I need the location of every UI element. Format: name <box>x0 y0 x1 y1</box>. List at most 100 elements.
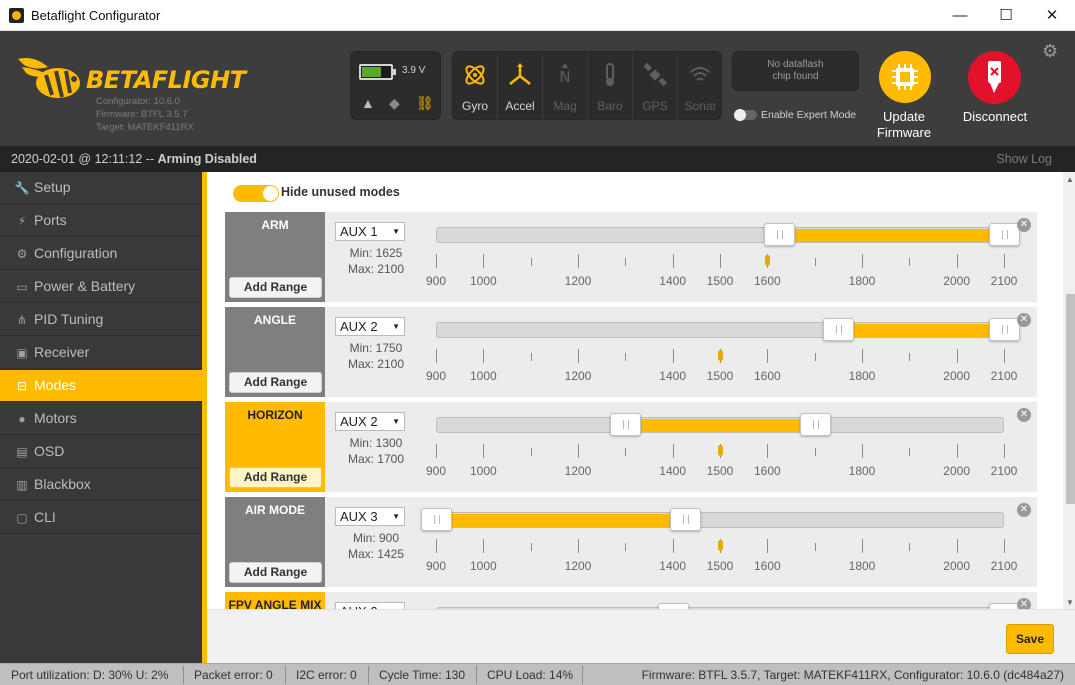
range-max-text: Max: 2100 <box>347 357 405 371</box>
window-title: Betaflight Configurator <box>31 8 161 23</box>
scale-label: 2000 <box>943 559 970 573</box>
link-icon: ⛓ <box>416 95 434 111</box>
satellite-icon <box>643 62 667 87</box>
remove-range-icon[interactable]: ✕ <box>1017 408 1031 422</box>
sidebar-item-receiver[interactable]: ▣ Receiver <box>0 337 202 369</box>
mode-name: FPV ANGLE MIX <box>228 598 322 609</box>
battery-icon: ▭ <box>16 280 28 294</box>
scale-tick <box>909 258 911 266</box>
osd-icon: ▤ <box>16 445 28 459</box>
scale-tick <box>1004 254 1005 268</box>
expert-mode-label: Enable Expert Mode <box>761 109 857 121</box>
hide-unused-modes-toggle[interactable] <box>233 185 279 202</box>
dataflash-line1: No dataflash <box>767 59 824 70</box>
scale-label: 1800 <box>848 274 876 288</box>
scale-label: 1500 <box>706 464 734 478</box>
scale-tick <box>862 349 863 363</box>
sidebar-item-label: Receiver <box>34 344 90 360</box>
remove-range-icon[interactable]: ✕ <box>1017 218 1031 232</box>
sidebar-item-osd[interactable]: ▤ OSD <box>0 436 202 468</box>
mode-name: ARM <box>261 218 289 232</box>
scroll-up-icon[interactable]: ▲ <box>1066 175 1074 184</box>
range-max-text: Max: 1700 <box>347 452 405 466</box>
aux-channel-select[interactable]: AUX 2 <box>335 317 405 336</box>
range-min-text: Min: 1750 <box>349 341 403 355</box>
dataflash-status: No dataflash chip found <box>732 51 859 91</box>
remove-range-icon[interactable]: ✕ <box>1017 313 1031 327</box>
scale-tick <box>767 539 769 553</box>
range-fill <box>444 514 677 527</box>
battery-icon <box>359 64 396 80</box>
scale-tick <box>436 539 437 553</box>
settings-gear-icon[interactable]: ⚙ <box>1042 41 1058 62</box>
range-min-handle[interactable] <box>823 318 855 341</box>
aux-channel-select[interactable]: AUX 2 <box>335 412 405 431</box>
range-min-handle[interactable] <box>764 223 796 246</box>
scale-tick <box>909 543 911 551</box>
channel-position-marker <box>765 255 771 266</box>
sidebar-item-cli[interactable]: ▢ CLI <box>0 502 202 534</box>
status-datetime: 2020-02-01 @ 12:11:12 -- <box>11 152 158 166</box>
remove-range-icon[interactable]: ✕ <box>1017 598 1031 609</box>
app-icon <box>9 8 24 23</box>
mode-name-panel: FPV ANGLE MIXAdd Range <box>225 592 325 609</box>
toggle-icon: ⊟ <box>16 379 28 393</box>
sidebar-item-blackbox[interactable]: ▥ Blackbox <box>0 469 202 501</box>
mode-name-panel: AIR MODE Add Range <box>225 497 325 587</box>
range-fill <box>633 419 807 432</box>
sidebar-item-motors[interactable]: ● Motors <box>0 403 202 435</box>
range-min-handle[interactable] <box>421 508 452 531</box>
sidebar-item-ports[interactable]: ⚡ Ports <box>0 205 202 237</box>
scale-label: 2000 <box>943 274 970 288</box>
sidebar-item-power-battery[interactable]: ▭ Power & Battery <box>0 271 202 303</box>
add-range-button[interactable]: Add Range <box>229 467 322 488</box>
show-log-link[interactable]: Show Log <box>996 152 1052 166</box>
scale-tick <box>625 448 627 456</box>
add-range-button[interactable]: Add Range <box>229 277 322 298</box>
sidebar-item-label: PID Tuning <box>34 311 104 327</box>
sensor-accel: Accel <box>498 52 543 121</box>
close-button[interactable]: ✕ <box>1029 0 1075 31</box>
scroll-down-icon[interactable]: ▼ <box>1066 598 1074 607</box>
target-name: Target: MATEKF411RX <box>96 122 194 133</box>
minimize-button[interactable]: — <box>937 0 983 31</box>
scroll-thumb[interactable] <box>1066 294 1075 504</box>
add-range-button[interactable]: Add Range <box>229 562 322 583</box>
sidebar-item-configuration[interactable]: ⚙ Configuration <box>0 238 202 270</box>
scale-tick <box>530 353 532 361</box>
range-min-handle[interactable] <box>610 413 642 436</box>
aux-channel-select[interactable]: AUX 1 <box>335 222 405 241</box>
add-range-button[interactable]: Add Range <box>229 372 322 393</box>
aux-channel-select[interactable]: AUX 3 <box>335 507 405 526</box>
disconnect-label[interactable]: Disconnect <box>950 109 1040 124</box>
disconnect-button[interactable] <box>968 51 1021 104</box>
maximize-button[interactable]: ☐ <box>983 0 1029 31</box>
parachute-icon: ◆ <box>389 95 400 111</box>
sensor-mag: N Mag <box>543 52 588 121</box>
compass-icon: N <box>559 63 571 86</box>
scale-tick <box>483 349 485 363</box>
sidebar-item-setup[interactable]: 🔧 Setup <box>0 172 202 204</box>
save-button[interactable]: Save <box>1006 624 1054 654</box>
update-firmware-label[interactable]: Update Firmware <box>862 109 946 141</box>
range-max-handle[interactable] <box>669 508 701 531</box>
aux-channel-select[interactable]: AUX 2 <box>335 602 405 609</box>
modes-scrollbar[interactable]: ▲ ▼ <box>1063 172 1075 609</box>
sidebar-item-pid-tuning[interactable]: ⋔ PID Tuning <box>0 304 202 336</box>
remove-range-icon[interactable]: ✕ <box>1017 503 1031 517</box>
usb-icon <box>988 61 1001 93</box>
range-max-handle[interactable] <box>799 413 831 436</box>
scale-label: 1800 <box>848 369 876 383</box>
configurator-version: Configurator: 10.6.0 <box>96 96 180 107</box>
range-fill <box>846 324 996 337</box>
range-max-handle[interactable] <box>989 223 1020 246</box>
range-max-handle[interactable] <box>989 318 1020 341</box>
plug-icon: ⚡ <box>17 214 27 228</box>
sensor-baro: Baro <box>588 52 633 121</box>
sensor-panel: Gyro Accel N Mag Baro GPS Sonar <box>452 51 722 121</box>
sidebar-item-modes[interactable]: ⊟ Modes <box>0 370 202 402</box>
terminal-icon: ▢ <box>16 511 28 525</box>
update-firmware-button[interactable] <box>879 51 931 103</box>
scale-label: 1200 <box>564 464 592 478</box>
expert-mode-toggle[interactable] <box>734 109 757 121</box>
